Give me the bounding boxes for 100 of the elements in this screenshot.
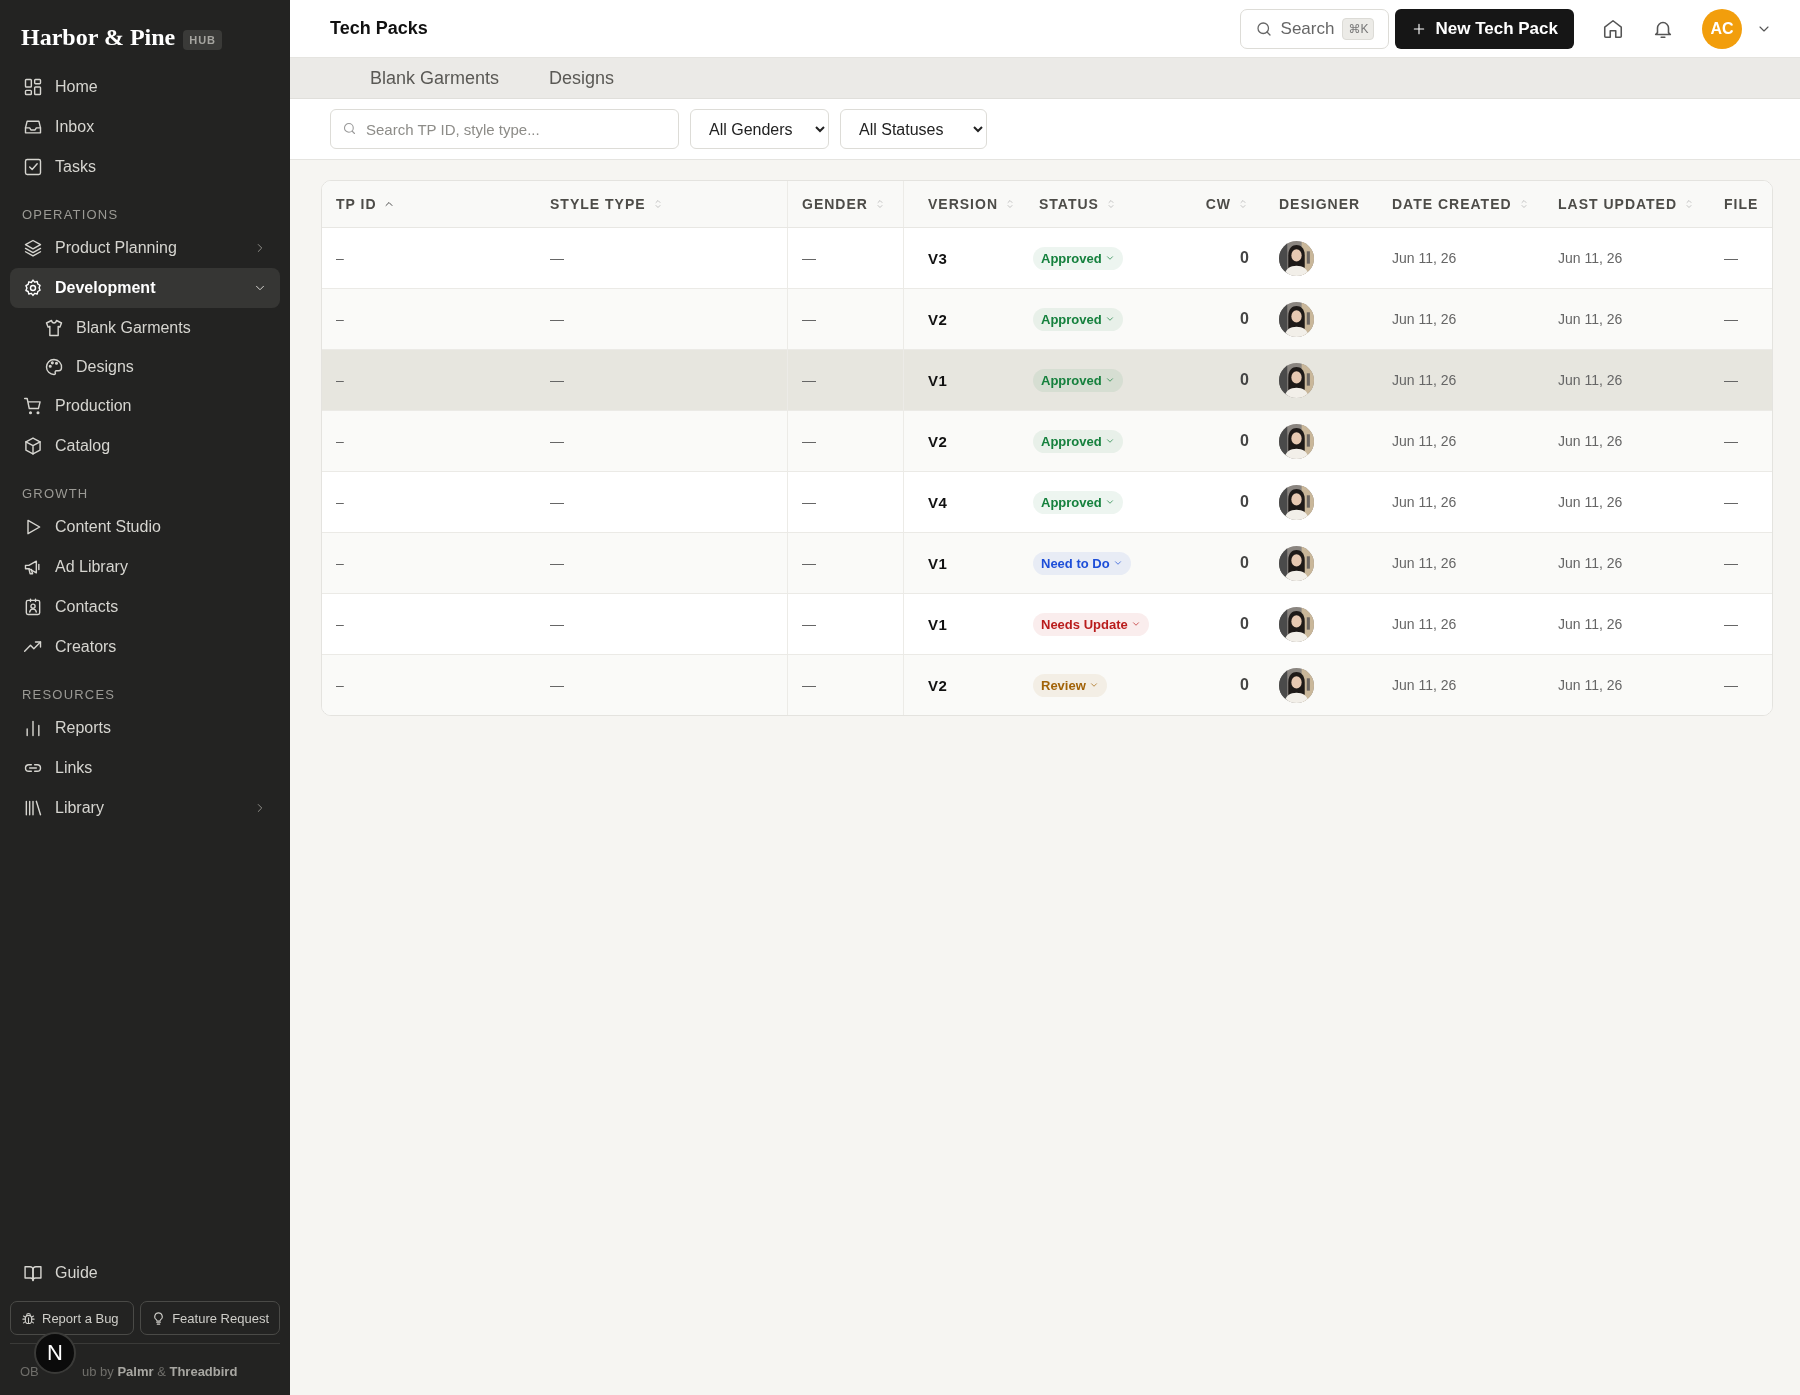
table-cell: Jun 11, 26 [1392, 677, 1457, 693]
column-header[interactable]: VERSION [903, 181, 1025, 227]
table-row[interactable]: – — — V4 Approved 0 Jun 11, 26 Jun 11, 26 — [322, 472, 1772, 533]
table-cell: Jun 11, 26 [1558, 311, 1623, 327]
table-cell: — [550, 616, 564, 632]
nav-item[interactable]: Inbox [10, 107, 280, 147]
table-row[interactable]: – — — V1 Need to Do 0 Jun 11, 26 Jun 11, 26 — [322, 533, 1772, 594]
column-header[interactable]: STATUS [1025, 181, 1177, 227]
table-cell: Jun 11, 26 [1558, 433, 1623, 449]
nav-item[interactable]: Contacts [10, 587, 280, 627]
status-dropdown[interactable]: Review [1033, 673, 1107, 697]
column-header[interactable]: GENDER [787, 181, 903, 227]
nav-subitem[interactable]: Blank Garments [10, 308, 280, 347]
search-icon [342, 121, 357, 136]
table-cell: 0 [1240, 310, 1249, 328]
nav-item[interactable]: Creators [10, 627, 280, 667]
column-header[interactable]: FILE [1710, 181, 1772, 227]
table-cell: – [336, 494, 344, 510]
table-cell: — [1724, 372, 1738, 388]
book-icon [23, 1263, 43, 1283]
nav-item[interactable]: Production [10, 386, 280, 426]
nav-item[interactable]: Home [10, 67, 280, 107]
shirt-icon [44, 317, 64, 338]
column-header[interactable]: LAST UPDATED [1544, 181, 1710, 227]
table-cell: Jun 11, 26 [1392, 555, 1457, 571]
status-dropdown[interactable]: Approved [1033, 429, 1123, 453]
status-dropdown[interactable]: Needs Update [1033, 612, 1149, 636]
checkbox-icon [23, 157, 43, 177]
sort-icon [1237, 198, 1249, 210]
nav-item[interactable]: Development [10, 268, 280, 308]
tab[interactable]: Designs [549, 67, 615, 89]
table-row[interactable]: – — — V1 Needs Update 0 Jun 11, 26 Jun 11, 26 — [322, 594, 1772, 655]
column-header[interactable]: CW [1177, 181, 1265, 227]
table-cell: – [336, 677, 344, 693]
status-dropdown[interactable]: Need to Do [1033, 551, 1131, 575]
contact-card-icon [23, 597, 43, 617]
table-row[interactable]: – — — V2 Review 0 Jun 11, 26 Jun 11, 26 — [322, 655, 1772, 715]
section-heading: RESOURCES [21, 686, 117, 704]
status-dropdown[interactable]: Approved [1033, 246, 1123, 270]
table-cell: — [1724, 494, 1738, 510]
table-cell: Jun 11, 26 [1558, 555, 1623, 571]
table-row[interactable]: – — — V3 Approved 0 Jun 11, 26 Jun 11, 26 — [322, 228, 1772, 289]
chevron-down-icon [1104, 497, 1115, 507]
status-dropdown[interactable]: All Statuses [840, 109, 987, 149]
table-cell: – [336, 372, 344, 388]
status-dropdown[interactable]: Approved [1033, 307, 1123, 331]
home-icon[interactable] [1602, 17, 1624, 40]
table-cell: — [550, 433, 564, 449]
feature-request-button[interactable]: Feature Request [140, 1301, 280, 1335]
table-cell: Jun 11, 26 [1558, 616, 1623, 632]
nav-item[interactable]: Reports [10, 708, 280, 748]
search-button[interactable]: Search ⌘K [1239, 8, 1390, 49]
version-text: V1 [928, 554, 948, 572]
table-row[interactable]: – — — V2 Approved 0 Jun 11, 26 Jun 11, 26 — [322, 289, 1772, 350]
table-cell: 0 [1240, 249, 1249, 267]
new-tech-pack-button[interactable]: New Tech Pack [1395, 8, 1574, 49]
gender-dropdown[interactable]: All Genders [690, 109, 829, 149]
nav-item[interactable]: Tasks [10, 147, 280, 187]
chevron-down-icon [1088, 680, 1099, 690]
shortcut-key: ⌘K [1342, 17, 1375, 40]
status-dropdown[interactable]: Approved [1033, 490, 1123, 514]
status-dropdown[interactable]: Approved [1033, 368, 1123, 392]
table-cell: 0 [1240, 615, 1249, 633]
tab[interactable]: Blank Garments [370, 67, 500, 89]
table-cell: — [550, 372, 564, 388]
layers-icon [23, 238, 43, 258]
table-cell: Jun 11, 26 [1392, 311, 1457, 327]
column-header[interactable]: STYLE TYPE [536, 181, 787, 227]
nav-item[interactable]: Product Planning [10, 228, 280, 268]
nav-item[interactable]: Links [10, 748, 280, 788]
chevron-down-icon [1104, 314, 1115, 324]
table-cell: — [1724, 433, 1738, 449]
version-text: V2 [928, 432, 948, 450]
table-cell: 0 [1240, 676, 1249, 694]
table-cell: Jun 11, 26 [1558, 250, 1623, 266]
inbox-icon [23, 117, 43, 137]
table-cell: 0 [1240, 554, 1249, 572]
chevron-down-icon [1104, 375, 1115, 385]
version-text: V2 [928, 676, 948, 694]
guide-link[interactable]: Guide [10, 1253, 280, 1293]
table-row[interactable]: – — — V2 Approved 0 Jun 11, 26 Jun 11, 26 — [322, 411, 1772, 472]
nav-item[interactable]: Ad Library [10, 547, 280, 587]
section-heading: GROWTH [21, 485, 90, 503]
chevron-down-icon [1104, 253, 1115, 263]
nav-item[interactable]: Content Studio [10, 507, 280, 547]
table-cell: Jun 11, 26 [1392, 616, 1457, 632]
column-header[interactable]: TP ID [322, 181, 536, 227]
nav-item[interactable]: Library [10, 788, 280, 828]
nav-item[interactable]: Catalog [10, 426, 280, 466]
table-cell: Jun 11, 26 [1558, 494, 1623, 510]
table-cell: — [802, 372, 816, 388]
table-cell: — [1724, 555, 1738, 571]
table-cell: — [1724, 677, 1738, 693]
nav-subitem[interactable]: Designs [10, 347, 280, 386]
table-cell: — [802, 433, 816, 449]
column-header[interactable]: DATE CREATED [1378, 181, 1544, 227]
table-row[interactable]: – — — V1 Approved 0 Jun 11, 26 Jun 11, 26 — [322, 350, 1772, 411]
cart-icon [23, 396, 43, 416]
search-field[interactable]: Search TP ID, style type... [330, 109, 679, 149]
column-header[interactable]: DESIGNER [1265, 181, 1378, 227]
